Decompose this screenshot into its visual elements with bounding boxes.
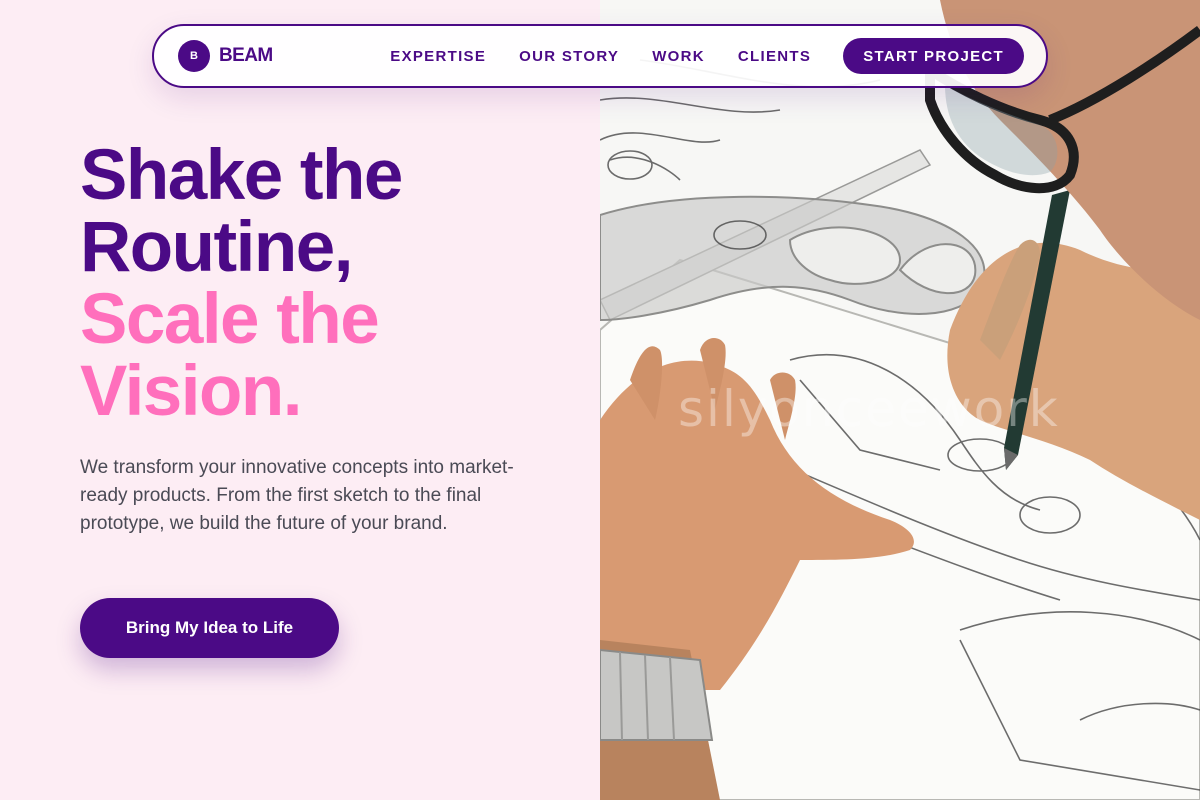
hero-title-line-1: Shake the (80, 136, 403, 215)
hero-title-line-4: Vision. (80, 352, 302, 431)
nav-link-our-story[interactable]: OUR STORY (519, 48, 619, 65)
brand-name: BEAM (219, 45, 273, 66)
start-project-button[interactable]: START PROJECT (843, 38, 1024, 74)
navbar: B BEAM EXPERTISE OUR STORY WORK CLIENTS … (152, 24, 1048, 88)
hero-image: silyonceework (600, 0, 1200, 800)
brand-logo[interactable]: B BEAM (178, 40, 273, 72)
logo-icon: B (178, 40, 210, 72)
hero-title-line-3: Scale the (80, 280, 380, 359)
hero-title: Shake the Routine, Scale the Vision. (80, 136, 403, 431)
nav-link-work[interactable]: WORK (652, 48, 705, 65)
nav-link-expertise[interactable]: EXPERTISE (390, 48, 486, 65)
nav-link-clients[interactable]: CLIENTS (738, 48, 811, 65)
watermark-text: silyonceework (678, 380, 1060, 438)
bring-idea-to-life-button[interactable]: Bring My Idea to Life (80, 598, 339, 658)
nav-links: EXPERTISE OUR STORY WORK CLIENTS (390, 48, 843, 65)
hero-title-line-2: Routine, (80, 208, 353, 287)
hero-description: We transform your innovative concepts in… (80, 457, 514, 534)
